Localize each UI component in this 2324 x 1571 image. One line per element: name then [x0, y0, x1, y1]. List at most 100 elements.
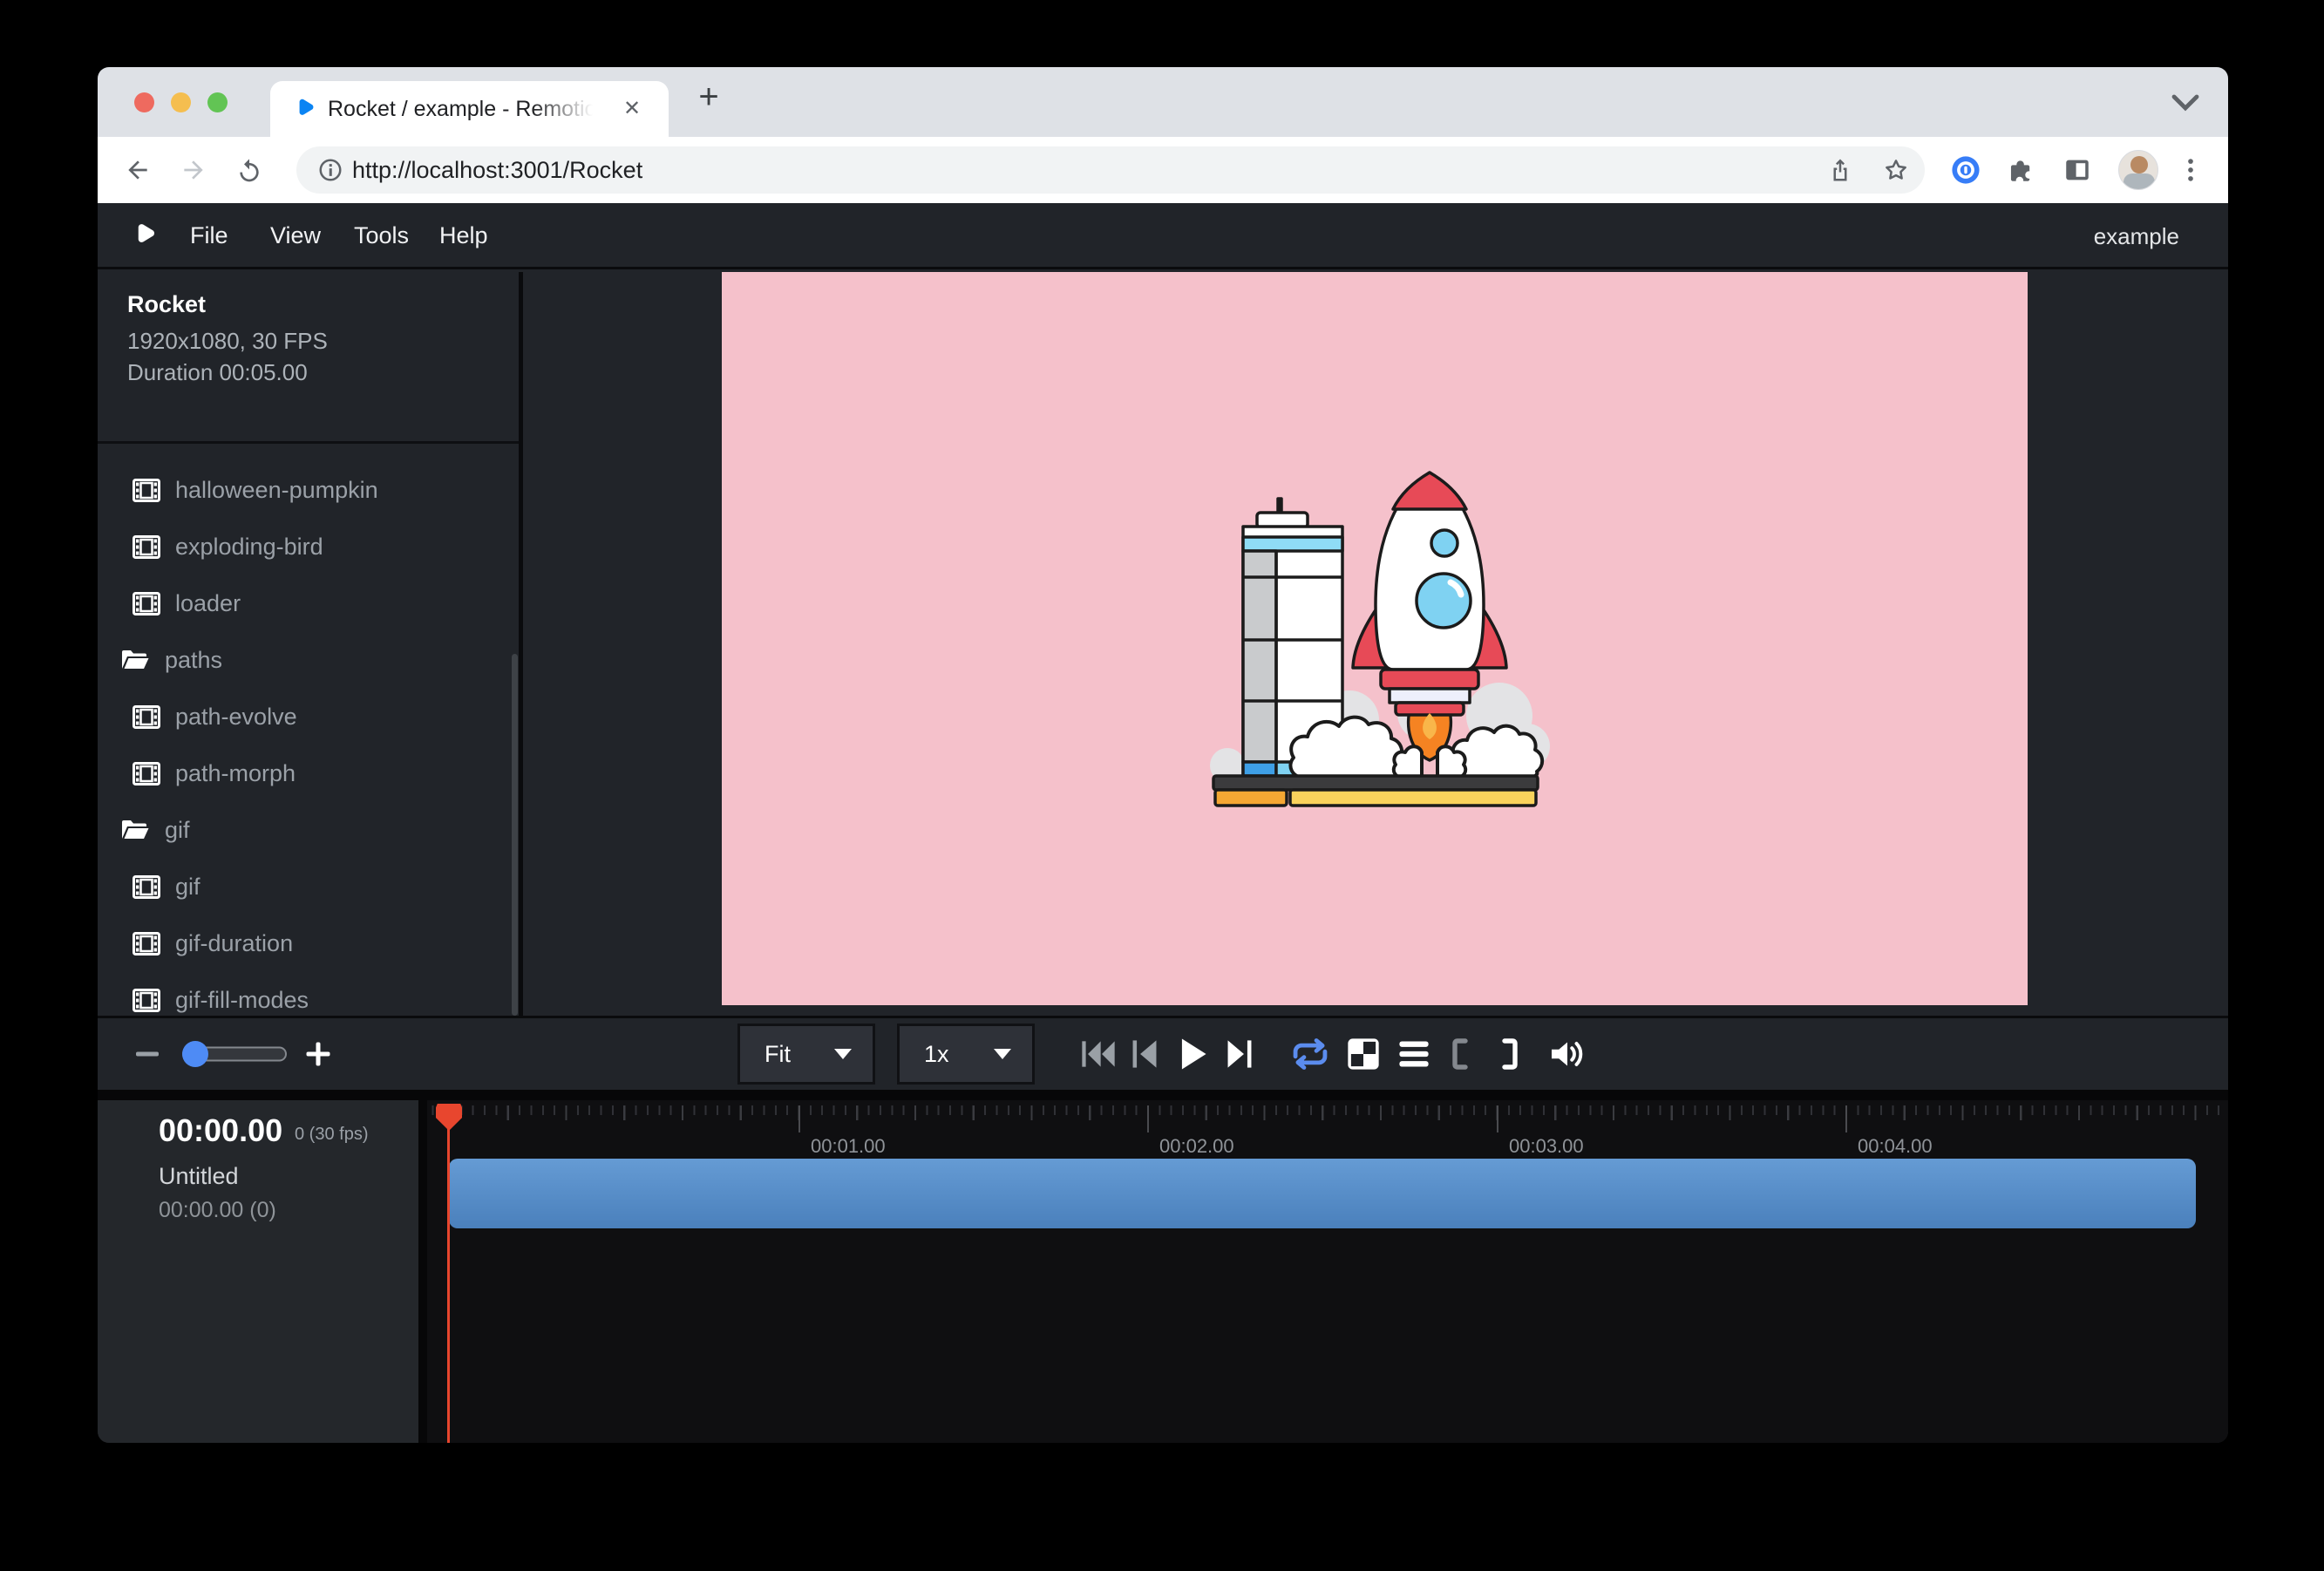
onepassword-extension-icon[interactable] [1951, 155, 1981, 185]
menu-tools[interactable]: Tools [354, 222, 409, 249]
sidebar-item-label: halloween-pumpkin [175, 477, 378, 504]
app-menubar: File View Tools Help example [98, 203, 2228, 269]
playhead-marker[interactable] [436, 1104, 462, 1131]
site-info-icon[interactable] [317, 157, 343, 183]
remotion-logo-icon[interactable] [131, 222, 157, 248]
chevron-down-icon[interactable] [2171, 93, 2200, 112]
volume-icon[interactable] [1549, 1037, 1586, 1071]
sidebar-item-label: gif [175, 874, 200, 901]
sidebar-item-halloween-pumpkin[interactable]: halloween-pumpkin [133, 471, 378, 509]
jump-to-start-icon[interactable] [1081, 1039, 1116, 1069]
film-icon [133, 479, 160, 502]
sidebar-item-exploding-bird[interactable]: exploding-bird [133, 527, 323, 566]
preview-area [527, 272, 2228, 1016]
ruler-second-tick [1845, 1105, 1847, 1132]
track-name: Untitled [159, 1163, 239, 1190]
timeline-zoom-out-button[interactable] [136, 1052, 159, 1057]
play-icon[interactable] [1179, 1037, 1207, 1071]
chevron-down-icon [994, 1049, 1011, 1059]
side-panel-icon[interactable] [2062, 155, 2092, 185]
transparency-checkerboard-icon[interactable] [1347, 1037, 1380, 1071]
film-icon [133, 762, 160, 786]
track-time-range: 00:00.00 (0) [159, 1198, 276, 1223]
sidebar-item-label: paths [165, 647, 222, 674]
canvas-size-dropdown[interactable]: Fit [737, 1024, 875, 1085]
next-frame-icon[interactable] [1227, 1039, 1253, 1069]
composition-canvas [722, 272, 2028, 1005]
sidebar-item-path-evolve[interactable]: path-evolve [133, 697, 297, 736]
browser-tab[interactable]: Rocket / example - Remotion Preview ✕ [270, 81, 669, 137]
film-icon [133, 705, 160, 729]
in-point-bracket-icon[interactable] [1451, 1038, 1470, 1070]
browser-window: Rocket / example - Remotion Preview ✕ + … [98, 67, 2228, 1443]
menu-view[interactable]: View [270, 222, 321, 249]
traffic-light-close[interactable] [134, 92, 154, 112]
ruler-label-4s: 00:04.00 [1858, 1135, 1933, 1158]
sidebar-item-path-morph[interactable]: path-morph [133, 754, 296, 792]
tab-close-icon[interactable]: ✕ [619, 96, 645, 122]
url-text[interactable]: http://localhost:3001/Rocket [352, 157, 642, 184]
address-bar[interactable]: http://localhost:3001/Rocket [296, 146, 1925, 194]
browser-menu-dots-icon[interactable] [2176, 155, 2205, 185]
sidebar-folder-paths[interactable]: paths [120, 641, 222, 679]
avatar-head [2130, 156, 2148, 173]
project-name-label: example [2094, 223, 2179, 250]
film-icon [133, 932, 160, 956]
ruler-second-tick [798, 1105, 800, 1132]
playback-controls-bar: Fit 1x [98, 1016, 2228, 1100]
sidebar-item-label: gif-fill-modes [175, 987, 309, 1014]
new-tab-button[interactable]: + [689, 78, 729, 118]
sidebar-item-gif[interactable]: gif [133, 867, 200, 906]
sidebar-item-gif-fill-modes[interactable]: gif-fill-modes [133, 981, 309, 1016]
timeline-info-panel: 00:00.00 0 (30 fps) Untitled 00:00.00 (0… [98, 1100, 418, 1443]
ruler-second-tick [1497, 1105, 1498, 1132]
timeline-zoom-in-button[interactable] [307, 1043, 330, 1066]
sidebar-divider [98, 441, 519, 444]
sidebar-scrollbar[interactable] [512, 654, 518, 1016]
playback-speed-value: 1x [924, 1041, 994, 1068]
sidebar-item-loader[interactable]: loader [133, 584, 241, 622]
forward-icon[interactable] [180, 156, 207, 184]
folder-open-icon [120, 818, 150, 842]
reload-icon[interactable] [235, 156, 263, 184]
chevron-down-icon [834, 1049, 852, 1059]
loop-icon[interactable] [1289, 1037, 1331, 1071]
timeline-zoom-slider-thumb[interactable] [182, 1041, 208, 1067]
playhead-line[interactable] [447, 1107, 450, 1443]
traffic-light-zoom[interactable] [207, 92, 228, 112]
tab-strip: Rocket / example - Remotion Preview ✕ + [98, 67, 2228, 137]
sidebar-folder-gif[interactable]: gif [120, 811, 190, 849]
film-icon [133, 592, 160, 615]
bookmark-star-icon[interactable] [1883, 157, 1909, 183]
sidebar-item-label: path-morph [175, 760, 296, 787]
canvas-size-value: Fit [764, 1041, 834, 1068]
compositions-sidebar: Rocket 1920x1080, 30 FPS Duration 00:05.… [98, 272, 523, 1016]
ruler-medium-ticks[interactable] [427, 1105, 2225, 1120]
timeline-track-bar[interactable] [449, 1159, 2196, 1228]
profile-avatar[interactable] [2118, 150, 2158, 190]
menu-help[interactable]: Help [439, 222, 488, 249]
sidebar-item-label: loader [175, 590, 241, 617]
composition-duration: Duration 00:05.00 [127, 359, 308, 386]
film-icon [133, 535, 160, 559]
extensions-puzzle-icon[interactable] [2007, 155, 2036, 185]
folder-open-icon [120, 648, 150, 672]
ruler-label-3s: 00:03.00 [1509, 1135, 1584, 1158]
sidebar-item-label: exploding-bird [175, 534, 323, 561]
composition-title: Rocket [127, 291, 206, 318]
remotion-favicon [293, 98, 316, 120]
share-icon[interactable] [1827, 157, 1853, 183]
film-icon [133, 875, 160, 899]
out-point-bracket-icon[interactable] [1500, 1038, 1519, 1070]
current-timecode: 00:00.00 [159, 1112, 282, 1149]
main-area: Rocket 1920x1080, 30 FPS Duration 00:05.… [98, 272, 2228, 1016]
ruler-second-tick [1147, 1105, 1149, 1132]
traffic-light-minimize[interactable] [171, 92, 191, 112]
sidebar-item-label: gif-duration [175, 930, 293, 957]
previous-frame-icon[interactable] [1131, 1039, 1158, 1069]
sidebar-item-gif-duration[interactable]: gif-duration [133, 924, 293, 962]
menu-file[interactable]: File [190, 222, 228, 249]
timeline-rows-icon[interactable] [1398, 1040, 1430, 1068]
playback-speed-dropdown[interactable]: 1x [897, 1024, 1035, 1085]
back-icon[interactable] [124, 156, 152, 184]
